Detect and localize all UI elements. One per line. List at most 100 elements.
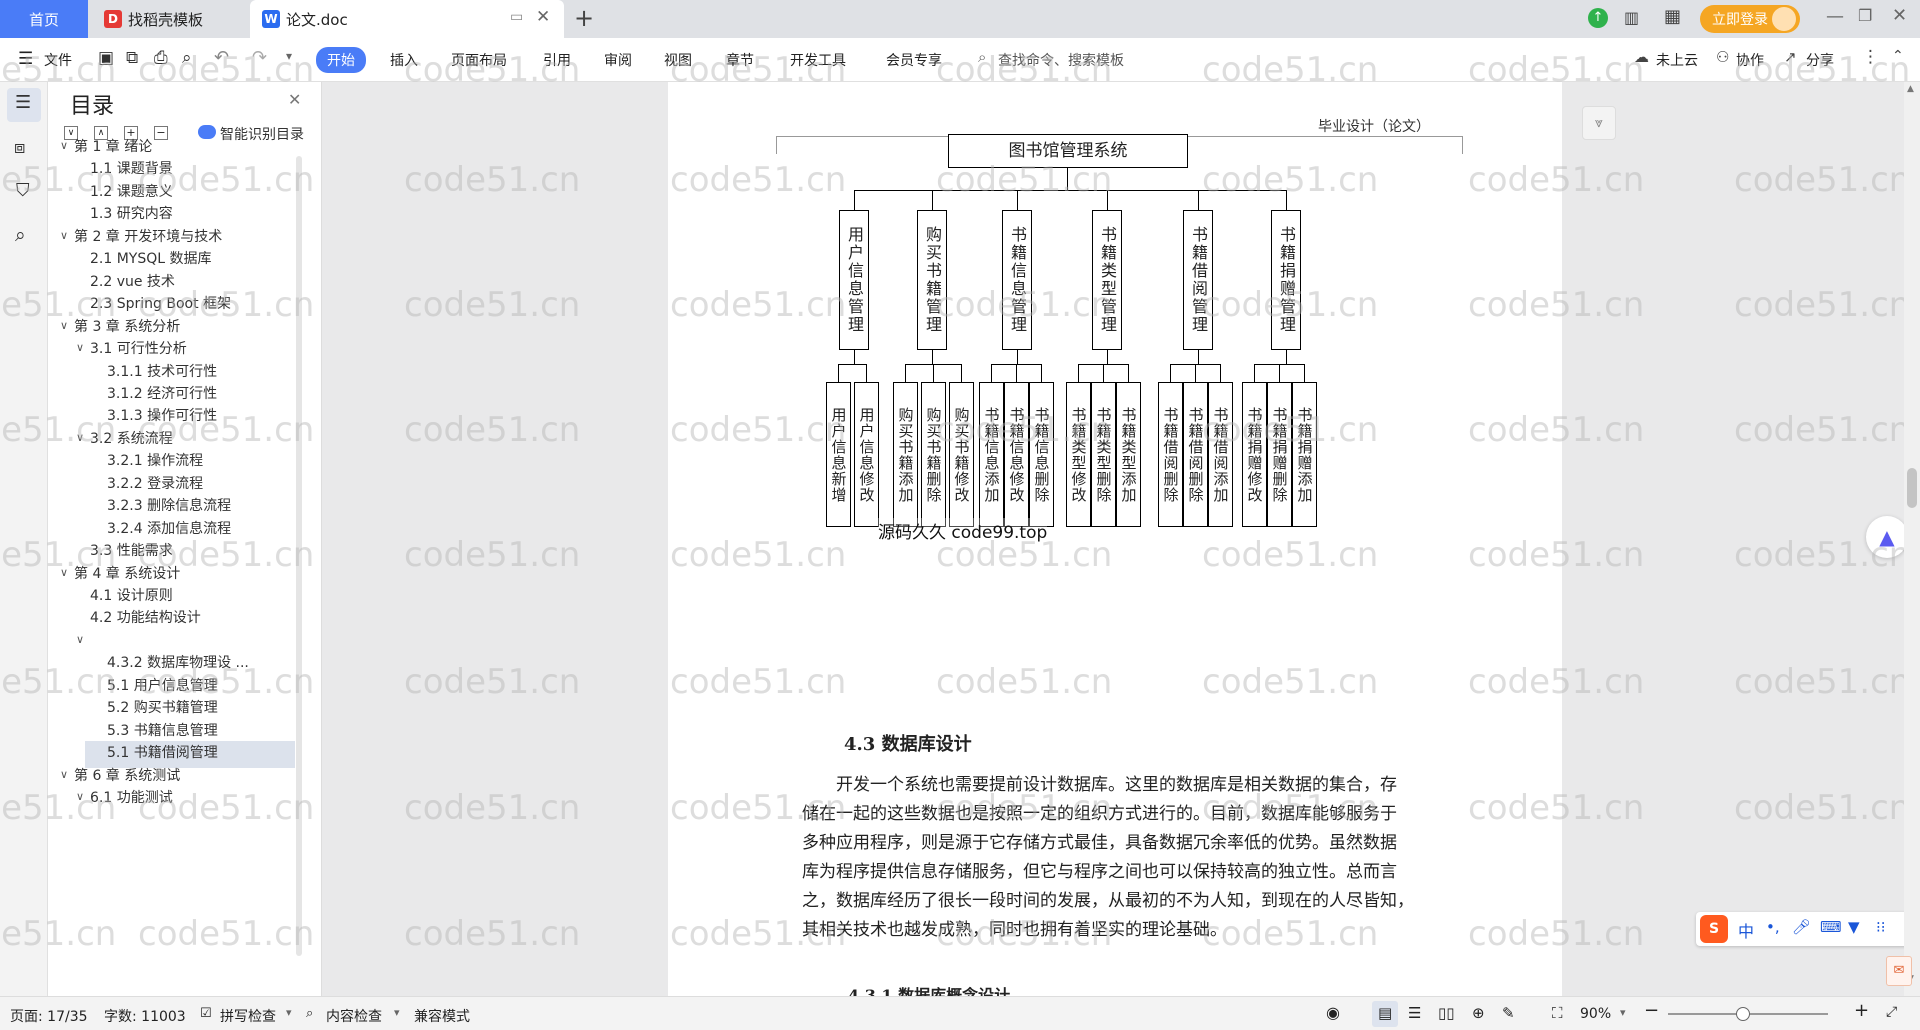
- mic-icon[interactable]: 🎤︎: [1792, 918, 1811, 936]
- close-window-icon[interactable]: ✕: [1892, 5, 1907, 26]
- hamburger-icon[interactable]: ☰: [18, 49, 33, 69]
- toc-expand-icon[interactable]: ∨: [60, 229, 68, 242]
- toc-item[interactable]: 3.2.2 登录流程: [107, 473, 203, 493]
- punctuation-icon[interactable]: •,: [1766, 918, 1780, 936]
- toc-item[interactable]: 5.2 购买书籍管理: [107, 697, 218, 717]
- screen-icon[interactable]: ▭: [510, 9, 523, 25]
- toc-item[interactable]: 3.1 可行性分析: [90, 338, 187, 358]
- toc-item[interactable]: 6.1 功能测试: [90, 787, 173, 807]
- content-chevron-icon[interactable]: ▾: [394, 1006, 400, 1019]
- tab-template[interactable]: D 找稻壳模板: [92, 0, 248, 38]
- toc-item[interactable]: 4.2 功能结构设计: [90, 607, 201, 627]
- login-button[interactable]: 立即登录: [1700, 5, 1800, 33]
- toc-item[interactable]: 第 2 章 开发环境与技术: [74, 226, 222, 246]
- cloud-status[interactable]: 未上云: [1656, 50, 1698, 70]
- tab-view[interactable]: 视图: [664, 50, 692, 70]
- tab-start[interactable]: 开始: [316, 47, 366, 73]
- zoom-level[interactable]: 90%: [1580, 1006, 1611, 1022]
- toc-item[interactable]: 2.1 MYSQL 数据库: [90, 248, 212, 268]
- upgrade-icon[interactable]: ↑: [1588, 8, 1608, 28]
- smart-toc-button[interactable]: 智能识别目录: [220, 124, 304, 144]
- toc-expand-icon[interactable]: ∨: [76, 790, 84, 803]
- toc-item[interactable]: 3.3 性能需求: [90, 540, 173, 560]
- toc-expand-icon[interactable]: ∨: [76, 341, 84, 354]
- toc-item[interactable]: 第 4 章 系统设计: [74, 563, 180, 583]
- undo-icon[interactable]: ↶: [214, 47, 229, 68]
- read-view-icon[interactable]: ▯▯: [1438, 1004, 1455, 1022]
- close-tab-icon[interactable]: ✕: [536, 7, 550, 27]
- spell-chevron-icon[interactable]: ▾: [286, 1006, 292, 1019]
- outline-scrollbar[interactable]: [296, 156, 302, 956]
- close-panel-icon[interactable]: ✕: [288, 90, 301, 109]
- tab-insert[interactable]: 插入: [390, 50, 418, 70]
- layout-icon[interactable]: ▥: [1624, 8, 1639, 27]
- toc-item[interactable]: 2.3 Spring Boot 框架: [90, 293, 231, 313]
- toc-item[interactable]: 3.2.3 删除信息流程: [107, 495, 231, 515]
- toc-expand-icon[interactable]: ∨: [60, 768, 68, 781]
- tab-review[interactable]: 审阅: [604, 50, 632, 70]
- toc-item[interactable]: 2.2 vue 技术: [90, 271, 175, 291]
- print-icon[interactable]: ⎙: [154, 48, 168, 68]
- file-menu[interactable]: 文件: [44, 50, 72, 70]
- share-button[interactable]: 分享: [1806, 50, 1834, 70]
- feedback-icon[interactable]: ✉: [1886, 956, 1912, 986]
- toc-expand-icon[interactable]: ∨: [60, 319, 68, 332]
- zoom-in-icon[interactable]: +: [1854, 1000, 1869, 1021]
- keyboard-icon[interactable]: ⌨: [1820, 918, 1842, 936]
- spell-check-button[interactable]: 拼写检查: [220, 1006, 276, 1026]
- chapter-nav-icon[interactable]: ⧈: [14, 137, 25, 158]
- toc-item[interactable]: 5.3 书籍信息管理: [107, 720, 218, 740]
- scroll-up-icon[interactable]: ▲: [1907, 84, 1914, 94]
- web-view-icon[interactable]: ⊕: [1472, 1004, 1485, 1022]
- toc-item[interactable]: 第 1 章 绪论: [74, 136, 152, 156]
- apps-grid-icon[interactable]: ▦: [1664, 6, 1681, 27]
- tab-references[interactable]: 引用: [543, 50, 571, 70]
- save-icon[interactable]: ▣: [98, 48, 114, 68]
- command-search[interactable]: 查找命令、搜索模板: [998, 50, 1124, 70]
- ime-mode-label[interactable]: 中: [1738, 918, 1754, 942]
- toc-item[interactable]: 第 3 章 系统分析: [74, 316, 180, 336]
- skin-icon[interactable]: ▼: [1848, 918, 1860, 936]
- collab-button[interactable]: 协作: [1736, 50, 1764, 70]
- zoom-chevron-icon[interactable]: ▾: [1620, 1006, 1626, 1019]
- eye-protect-icon[interactable]: ◉: [1326, 1003, 1340, 1022]
- scroll-thumb[interactable]: [1907, 468, 1917, 508]
- preview-icon[interactable]: ⌕: [182, 48, 192, 68]
- new-tab-icon[interactable]: +: [574, 4, 594, 32]
- quick-access-chevron-icon[interactable]: ▾: [286, 49, 292, 63]
- more-icon[interactable]: ⋮: [1862, 47, 1879, 67]
- toc-item[interactable]: 4.1 设计原则: [90, 585, 173, 605]
- filter-icon[interactable]: ⩔: [1582, 106, 1616, 140]
- page-count[interactable]: 页面: 17/35: [10, 1006, 88, 1026]
- tab-home[interactable]: 首页: [0, 0, 88, 38]
- toc-item[interactable]: 第 6 章 系统测试: [74, 765, 180, 785]
- remove-heading-icon[interactable]: −: [154, 126, 168, 140]
- toc-item[interactable]: 3.1.1 技术可行性: [107, 361, 217, 381]
- toc-item[interactable]: 4.3.2 数据库物理设 ...: [107, 652, 249, 672]
- restore-icon[interactable]: ❐: [1858, 6, 1872, 25]
- toc-item[interactable]: 1.2 课题意义: [90, 181, 173, 201]
- tab-page-layout[interactable]: 页面布局: [451, 50, 507, 70]
- toc-item[interactable]: 3.1.3 操作可行性: [107, 405, 217, 425]
- ai-assistant-icon[interactable]: ▲: [1866, 516, 1908, 558]
- toc-item[interactable]: 3.1.2 经济可行性: [107, 383, 217, 403]
- find-icon[interactable]: ⌕: [15, 224, 26, 246]
- redo-icon[interactable]: ↷: [252, 47, 267, 68]
- tab-document[interactable]: W 论文.doc ▭ ✕: [250, 0, 564, 38]
- toc-item[interactable]: 5.1 用户信息管理: [107, 675, 218, 695]
- tab-developer[interactable]: 开发工具: [790, 50, 846, 70]
- ime-menu-icon[interactable]: ⁝⁝: [1876, 918, 1886, 936]
- toc-item[interactable]: 1.1 课题背景: [90, 158, 173, 178]
- vertical-scrollbar[interactable]: ▲ ▼: [1904, 82, 1920, 996]
- toc-item[interactable]: 5.1 书籍借阅管理: [107, 742, 218, 762]
- collapse-ribbon-icon[interactable]: ⌃: [1892, 48, 1904, 64]
- sogou-icon[interactable]: S: [1700, 915, 1728, 943]
- export-icon[interactable]: ⧉: [126, 48, 138, 68]
- fullscreen-icon[interactable]: ⤢: [1886, 1004, 1897, 1020]
- toc-expand-icon[interactable]: ∨: [76, 431, 84, 444]
- minimize-icon[interactable]: —: [1826, 6, 1844, 27]
- toc-item[interactable]: 1.3 研究内容: [90, 203, 173, 223]
- toc-expand-icon[interactable]: ∨: [76, 633, 84, 646]
- pen-icon[interactable]: ✎: [1502, 1004, 1515, 1022]
- toc-expand-icon[interactable]: ∨: [60, 139, 68, 152]
